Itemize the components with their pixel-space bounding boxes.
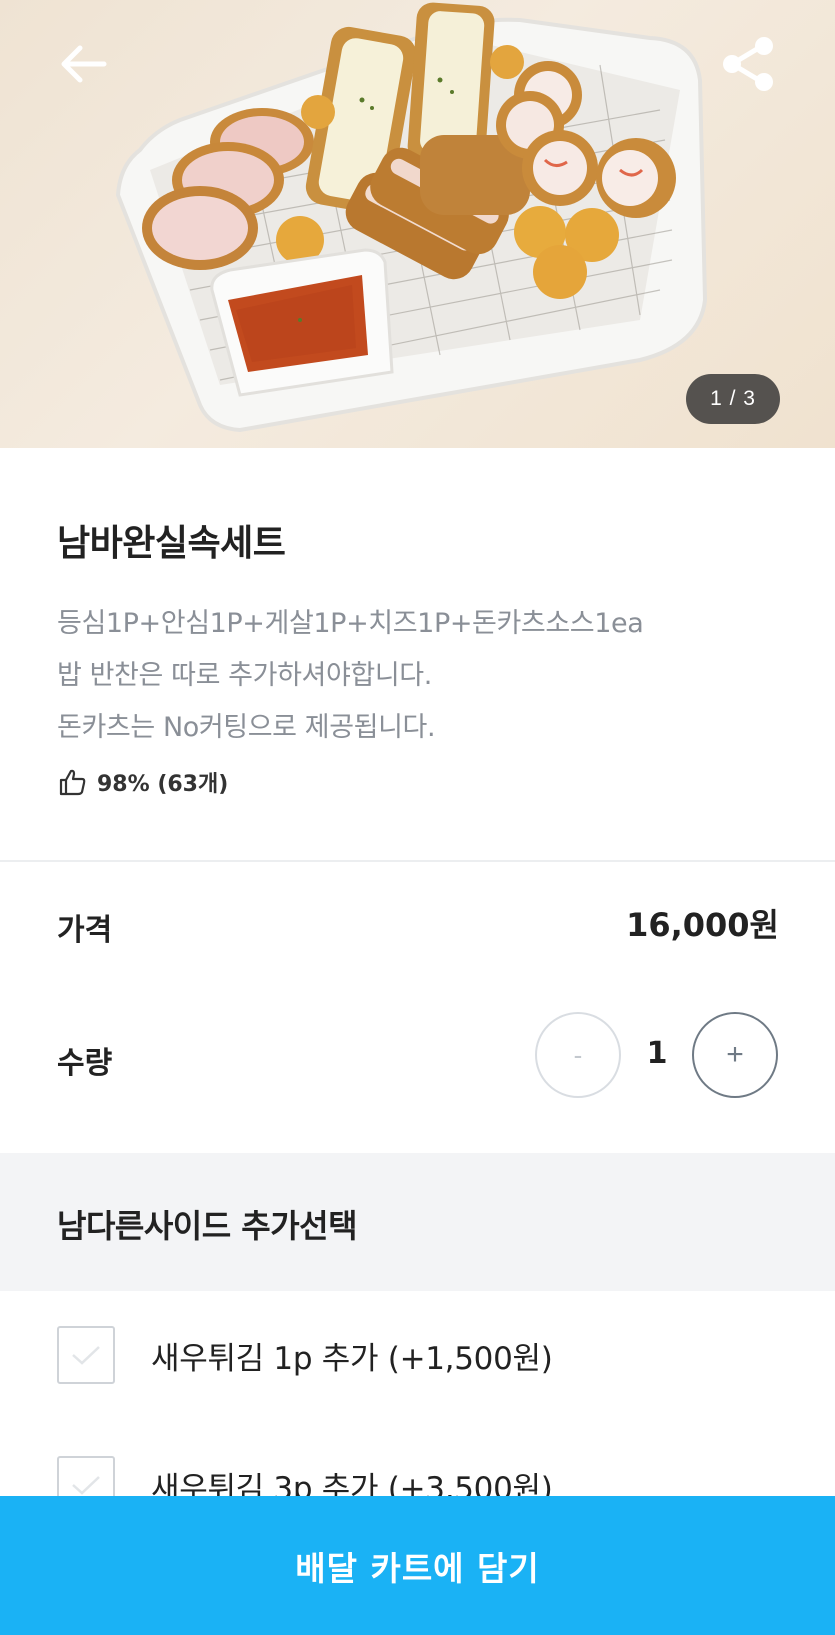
add-to-cart-button[interactable]: 배달 카트에 담기 xyxy=(0,1496,835,1635)
rating: 98% (63개) xyxy=(57,766,228,798)
back-button[interactable] xyxy=(52,38,114,90)
quantity-label: 수량 xyxy=(57,1046,113,1081)
description-line: 등심1P+안심1P+게살1P+치즈1P+돈카츠소스1ea xyxy=(57,608,644,639)
option-label: 새우튀김 1p 추가 (+1,500원) xyxy=(151,1340,553,1377)
description-line: 밥 반찬은 따로 추가하셔야합니다. xyxy=(57,660,432,691)
product-title: 남바완실속세트 xyxy=(57,523,286,564)
section-divider xyxy=(0,860,835,862)
option-item[interactable]: 새우튀김 1p 추가 (+1,500원) xyxy=(57,1326,553,1384)
quantity-value: 1 xyxy=(646,1036,668,1071)
quantity-decrease-button[interactable]: - xyxy=(535,1012,621,1098)
minus-icon: - xyxy=(573,1039,583,1070)
image-page-indicator: 1 / 3 xyxy=(686,374,780,424)
checkmark-icon xyxy=(72,1346,100,1365)
arrow-left-icon xyxy=(61,45,107,83)
share-button[interactable] xyxy=(720,36,780,92)
product-description: 등심1P+안심1P+게살1P+치즈1P+돈카츠소스1ea 밥 반찬은 따로 추가… xyxy=(57,598,644,754)
options-section-title: 남다른사이드 추가선택 xyxy=(57,1207,358,1245)
rating-text: 98% (63개) xyxy=(97,772,229,797)
share-icon xyxy=(723,37,773,91)
checkmark-icon xyxy=(72,1476,100,1495)
options-section-header: 남다른사이드 추가선택 xyxy=(0,1153,835,1291)
description-line: 돈카츠는 No커팅으로 제공됩니다. xyxy=(57,712,436,743)
price-value: 16,000원 xyxy=(626,906,779,944)
product-image-carousel[interactable]: 1 / 3 xyxy=(0,0,835,448)
option-checkbox[interactable] xyxy=(57,1326,115,1384)
plus-icon: + xyxy=(726,1038,744,1071)
quantity-increase-button[interactable]: + xyxy=(692,1012,778,1098)
add-to-cart-label: 배달 카트에 담기 xyxy=(295,1548,540,1588)
product-info: 남바완실속세트 등심1P+안심1P+게살1P+치즈1P+돈카츠소스1ea 밥 반… xyxy=(0,448,835,860)
price-label: 가격 xyxy=(57,913,113,948)
thumbs-up-icon xyxy=(59,769,86,796)
